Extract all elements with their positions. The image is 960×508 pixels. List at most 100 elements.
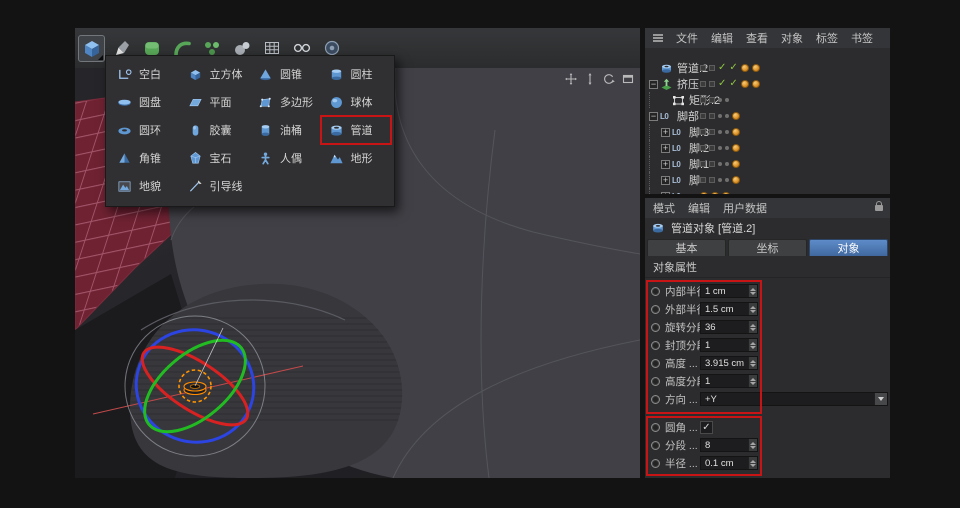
menu-item-tube[interactable]: 管道	[321, 116, 392, 144]
tag-icon[interactable]	[732, 144, 740, 152]
tree-item-foot1[interactable]: + 脚.1	[645, 156, 890, 172]
menu-item-cylinder[interactable]: 圆柱	[321, 60, 392, 88]
toggle-view-icon[interactable]	[622, 73, 634, 85]
menu-item-pyramid[interactable]: 角锥	[109, 144, 180, 172]
layer-square-icon[interactable]	[700, 97, 706, 103]
expand-icon[interactable]: +	[661, 144, 670, 153]
enable-check-icon[interactable]: ✓	[729, 79, 737, 89]
om-menu-file[interactable]: 文件	[676, 30, 698, 46]
chevron-down-icon[interactable]	[874, 393, 887, 405]
panel-menu-icon[interactable]	[653, 34, 663, 42]
spinner-icon[interactable]	[748, 321, 757, 333]
tree-item-rectangle2[interactable]: 矩形.2	[645, 92, 890, 108]
expand-icon[interactable]: +	[661, 160, 670, 169]
visibility-dot-icon[interactable]	[718, 130, 722, 134]
keyframe-radio-icon[interactable]	[651, 287, 660, 296]
am-menu-mode[interactable]: 模式	[653, 200, 675, 216]
layer-square-icon[interactable]	[700, 129, 706, 135]
menu-item-guide[interactable]: 引导线	[180, 172, 251, 200]
tree-item-extrude[interactable]: − 挤压 ✓✓	[645, 76, 890, 92]
keyframe-radio-icon[interactable]	[651, 377, 660, 386]
fillet-segments-field[interactable]: 8	[700, 438, 758, 452]
tree-item-toggles[interactable]	[700, 108, 740, 124]
visibility-dot-icon[interactable]	[725, 130, 729, 134]
tube-object[interactable]	[184, 382, 206, 395]
layer-square-icon[interactable]	[700, 161, 706, 167]
tab-object[interactable]: 对象	[809, 239, 888, 256]
fillet-checkbox[interactable]: ✓	[700, 421, 713, 434]
om-menu-view[interactable]: 查看	[746, 30, 768, 46]
tag-icon[interactable]	[752, 64, 760, 72]
layer-square-icon[interactable]	[709, 97, 715, 103]
tree-item-foot3[interactable]: + 脚.3	[645, 124, 890, 140]
visibility-dot-icon[interactable]	[725, 98, 729, 102]
menu-item-oiltank[interactable]: 油桶	[250, 116, 321, 144]
tree-item-foot-group[interactable]: − 脚部	[645, 108, 890, 124]
layer-square-icon[interactable]	[709, 145, 715, 151]
menu-item-null[interactable]: 空白	[109, 60, 180, 88]
enable-check-icon[interactable]: ✓	[718, 63, 726, 73]
spinner-icon[interactable]	[748, 375, 757, 387]
keyframe-radio-icon[interactable]	[651, 341, 660, 350]
primitives-cube-button[interactable]	[78, 35, 105, 62]
keyframe-radio-icon[interactable]	[651, 423, 660, 432]
tag-icon[interactable]	[732, 160, 740, 168]
spinner-icon[interactable]	[748, 439, 757, 451]
layer-square-icon[interactable]	[709, 161, 715, 167]
menu-item-disc[interactable]: 圆盘	[109, 88, 180, 116]
om-menu-tags[interactable]: 标签	[816, 30, 838, 46]
visibility-dot-icon[interactable]	[718, 178, 722, 182]
tree-item-toggles[interactable]	[700, 156, 740, 172]
menu-item-plane[interactable]: 平面	[180, 88, 251, 116]
spinner-icon[interactable]	[748, 357, 757, 369]
menu-item-landscape[interactable]: 地形	[321, 144, 392, 172]
lock-icon[interactable]	[875, 205, 883, 211]
tag-icon[interactable]	[741, 80, 749, 88]
rotation-segments-field[interactable]: 36	[700, 320, 758, 334]
layer-square-icon[interactable]	[700, 145, 706, 151]
menu-item-polygon[interactable]: 多边形	[250, 88, 321, 116]
visibility-dot-icon[interactable]	[725, 178, 729, 182]
tree-item-toggles[interactable]	[700, 92, 729, 108]
expand-icon[interactable]: +	[661, 128, 670, 137]
spinner-icon[interactable]	[748, 303, 757, 315]
height-field[interactable]: 3.915 cm	[700, 356, 758, 370]
keyframe-radio-icon[interactable]	[651, 395, 660, 404]
keyframe-radio-icon[interactable]	[651, 323, 660, 332]
tag-icon[interactable]	[732, 128, 740, 136]
keyframe-radio-icon[interactable]	[651, 441, 660, 450]
menu-item-torus[interactable]: 圆环	[109, 116, 180, 144]
layer-square-icon[interactable]	[709, 129, 715, 135]
spinner-icon[interactable]	[748, 285, 757, 297]
zoom-icon[interactable]	[584, 73, 596, 85]
tree-item-toggles[interactable]	[700, 124, 740, 140]
menu-item-gem[interactable]: 宝石	[180, 144, 251, 172]
tag-icon[interactable]	[732, 112, 740, 120]
menu-item-relief[interactable]: 地貌	[109, 172, 180, 200]
spinner-icon[interactable]	[748, 339, 757, 351]
visibility-dot-icon[interactable]	[725, 114, 729, 118]
orientation-dropdown[interactable]: +Y	[700, 392, 888, 406]
layer-square-icon[interactable]	[700, 81, 706, 87]
tree-item-toggles[interactable]: ✓✓	[700, 60, 760, 76]
visibility-dot-icon[interactable]	[718, 146, 722, 150]
outer-radius-field[interactable]: 1.5 cm	[700, 302, 758, 316]
height-segments-field[interactable]: 1	[700, 374, 758, 388]
layer-square-icon[interactable]	[709, 177, 715, 183]
tree-item-foot2[interactable]: + 脚.2	[645, 140, 890, 156]
spinner-icon[interactable]	[748, 457, 757, 469]
tree-item-tube2[interactable]: 管道.2 ✓✓	[645, 60, 890, 76]
keyframe-radio-icon[interactable]	[651, 305, 660, 314]
tree-item-foot[interactable]: + 脚	[645, 172, 890, 188]
menu-item-figure[interactable]: 人偶	[250, 144, 321, 172]
layer-square-icon[interactable]	[709, 81, 715, 87]
om-menu-object[interactable]: 对象	[781, 30, 803, 46]
layer-square-icon[interactable]	[709, 65, 715, 71]
expand-icon[interactable]: +	[661, 176, 670, 185]
visibility-dot-icon[interactable]	[718, 114, 722, 118]
om-menu-edit[interactable]: 编辑	[711, 30, 733, 46]
collapse-icon[interactable]: −	[649, 80, 658, 89]
enable-check-icon[interactable]: ✓	[718, 79, 726, 89]
tree-item-toggles[interactable]	[700, 140, 740, 156]
inner-radius-field[interactable]: 1 cm	[700, 284, 758, 298]
